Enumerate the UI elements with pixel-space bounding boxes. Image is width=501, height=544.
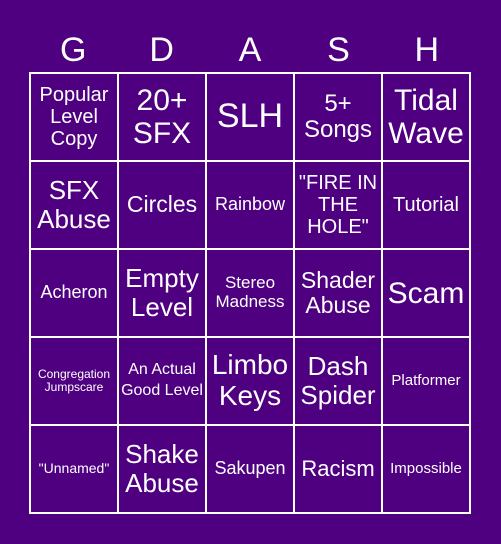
bingo-cell[interactable]: Platformer [382,337,470,425]
bingo-cell[interactable]: Tutorial [382,161,470,249]
bingo-grid: Popular Level Copy 20+ SFX SLH 5+ Songs … [29,72,471,514]
bingo-cell[interactable]: "FIRE IN THE HOLE" [294,161,382,249]
bingo-cell[interactable]: Empty Level [118,249,206,337]
bingo-cell[interactable]: Sakupen [206,425,294,513]
bingo-cell[interactable]: Impossible [382,425,470,513]
header-letter: G [59,31,87,69]
header-letter: A [238,31,262,69]
bingo-cell[interactable]: Scam [382,249,470,337]
bingo-cell[interactable]: Dash Spider [294,337,382,425]
bingo-cell[interactable]: SLH [206,73,294,161]
header-letter: S [327,31,350,69]
bingo-cell[interactable]: Tidal Wave [382,73,470,161]
bingo-cell[interactable]: Circles [118,161,206,249]
bingo-cell[interactable]: Racism [294,425,382,513]
bingo-cell[interactable]: Limbo Keys [206,337,294,425]
bingo-cell[interactable]: Stereo Madness [206,249,294,337]
bingo-cell[interactable]: "Unnamed" [30,425,118,513]
bingo-cell[interactable]: Rainbow [206,161,294,249]
bingo-cell[interactable]: SFX Abuse [30,161,118,249]
bingo-cell[interactable]: Popular Level Copy [30,73,118,161]
bingo-cell[interactable]: Acheron [30,249,118,337]
bingo-cell[interactable]: Shake Abuse [118,425,206,513]
bingo-cell[interactable]: An Actual Good Level [118,337,206,425]
header-letter: H [414,31,440,69]
bingo-cell[interactable]: Congregation Jumpscare [30,337,118,425]
bingo-cell[interactable]: Shader Abuse [294,249,382,337]
bingo-cell[interactable]: 5+ Songs [294,73,382,161]
header-letter: D [149,31,174,69]
bingo-cell[interactable]: 20+ SFX [118,73,206,161]
bingo-header: G D A S H [29,28,471,72]
